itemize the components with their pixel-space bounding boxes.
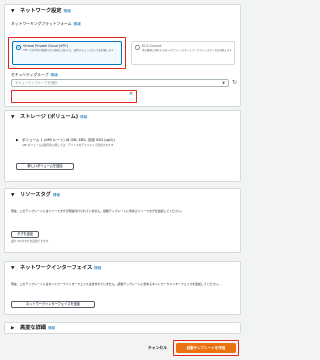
volume-note: AMI ボリュームは復号化に関しては、デバイスのデフォルトで使用されます	[22, 143, 114, 147]
resource-tags-panel: ▼ リソースタグ 情報 現在、このテンプレートにはリソースタグが関連付けられていま…	[4, 188, 241, 253]
caret-down-icon[interactable]: ▼	[11, 265, 14, 272]
close-icon[interactable]: ✕	[129, 91, 133, 97]
interfaces-empty-text: 現在、このテンプレートにはネットワークインターフェイスは含まれていません。起動テ…	[11, 282, 221, 286]
advanced-details-panel[interactable]: ▶ 高度な詳細 情報	[4, 322, 241, 334]
info-link[interactable]: 情報	[48, 326, 55, 330]
info-link[interactable]: 情報	[53, 193, 60, 197]
info-link[interactable]: 情報	[74, 22, 81, 26]
tags-empty-text: 現在、このテンプレートにはリソースタグが関連付けられていません。起動テンプレート…	[11, 209, 184, 213]
network-settings-panel: ▼ ネットワーク設定 情報 ネットワーキングプラットフォーム 情報 Virtual …	[4, 4, 241, 107]
advanced-details-title[interactable]: 高度な詳細 情報	[20, 325, 55, 332]
security-group-highlight-box	[11, 90, 137, 103]
network-interfaces-panel: ▼ ネットワークインターフェイス 情報 現在、このテンプレートにはネットワークイン…	[4, 261, 241, 315]
classic-option-title: EC2-Classic	[142, 44, 162, 48]
storage-title: ストレージ (ボリューム) 情報	[20, 114, 88, 120]
info-link[interactable]: 情報	[64, 9, 71, 13]
info-link[interactable]: 情報	[51, 73, 58, 77]
storage-panel: ▼ ストレージ (ボリューム) 情報 ▶ ボリューム 1 (AMI ルート) (8…	[4, 110, 241, 182]
vpc-highlight-box	[8, 37, 126, 69]
classic-radio[interactable]	[135, 45, 140, 50]
ec2-classic-option-card[interactable]: EC2-Classic 他の顧客と共有する単一のフラットなネットワークでインスタ…	[131, 41, 235, 65]
chevron-down-icon: ▼	[222, 81, 225, 85]
security-group-label: セキュリティグループ 情報	[11, 72, 58, 77]
security-group-placeholder: セキュリティグループを選択	[15, 81, 58, 85]
platform-label: ネットワーキングプラットフォーム 情報	[11, 21, 81, 26]
add-tag-button[interactable]: タグを追加	[11, 231, 39, 238]
security-group-select[interactable]: セキュリティグループを選択 ▼	[11, 79, 229, 87]
add-network-interface-button[interactable]: ネットワークインターフェイスを追加	[11, 301, 95, 308]
caret-right-icon[interactable]: ▶	[16, 138, 19, 143]
info-link[interactable]: 情報	[80, 115, 87, 119]
info-link[interactable]: 情報	[94, 266, 101, 270]
refresh-icon[interactable]: ↻	[232, 79, 237, 87]
tags-limit-note: 最大 50 のタグを追加できます	[11, 239, 49, 243]
classic-option-desc: 他の顧客と共有する単一のフラットなネットワークでインスタンスを起動します	[142, 49, 232, 52]
cancel-link[interactable]: キャンセル	[148, 345, 167, 351]
network-interfaces-title: ネットワークインターフェイス 情報	[20, 265, 102, 271]
caret-right-icon[interactable]: ▶	[11, 325, 14, 332]
resource-tags-title: リソースタグ 情報	[20, 192, 61, 198]
caret-down-icon[interactable]: ▼	[11, 192, 14, 199]
create-button-highlight-box	[173, 340, 239, 356]
caret-down-icon[interactable]: ▼	[11, 114, 14, 121]
network-settings-title: ネットワーク設定 情報	[20, 8, 71, 14]
caret-down-icon[interactable]: ▼	[11, 8, 14, 15]
add-volume-button[interactable]: 新しいボリュームを追加	[16, 163, 74, 170]
